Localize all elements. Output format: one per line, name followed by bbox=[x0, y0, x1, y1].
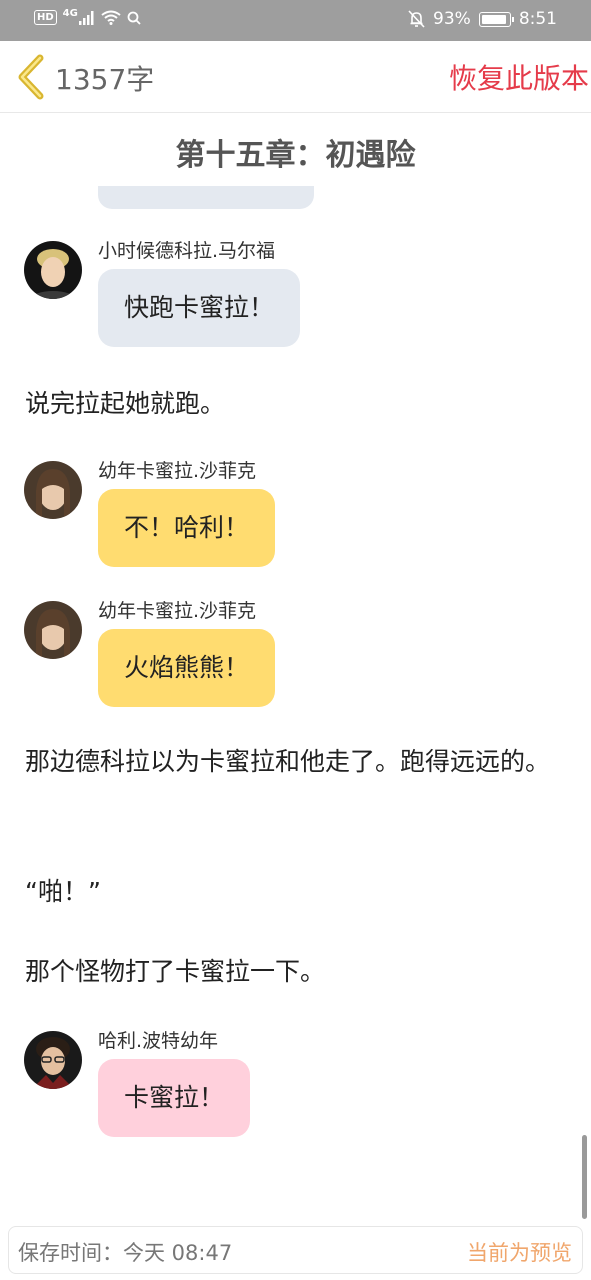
narration-text: 说完拉起她就跑。 bbox=[25, 389, 226, 418]
avatar-draco[interactable] bbox=[24, 241, 82, 299]
footer-bar: 保存时间：今天 08:47 当前为预览 bbox=[8, 1226, 583, 1274]
partial-message-bubble bbox=[98, 186, 314, 209]
message-bubble[interactable]: 不！哈利！ bbox=[98, 489, 276, 567]
avatar-camilla[interactable] bbox=[24, 601, 82, 659]
avatar-camilla[interactable] bbox=[24, 461, 82, 519]
message-bubble[interactable]: 火焰熊熊！ bbox=[98, 629, 276, 707]
speaker-name: 幼年卡蜜拉.沙菲克 bbox=[98, 600, 257, 622]
hd-badge: HD bbox=[34, 10, 57, 25]
speaker-name: 哈利.波特幼年 bbox=[98, 1030, 219, 1052]
battery-icon bbox=[478, 11, 514, 27]
speaker-name: 小时候德科拉.马尔福 bbox=[98, 240, 276, 262]
battery-percent: 93% bbox=[433, 9, 471, 29]
mute-bell-icon bbox=[408, 10, 425, 28]
restore-version-button[interactable]: 恢复此版本 bbox=[449, 57, 589, 97]
wifi-icon bbox=[101, 10, 121, 25]
status-bar: HD 4G 93% 8:51 bbox=[0, 0, 591, 41]
word-count: 1357字 bbox=[55, 63, 155, 96]
status-right: 93% 8:51 bbox=[408, 9, 557, 29]
narration-text: 那边德科拉以为卡蜜拉和他走了。跑得远远的。 bbox=[25, 747, 551, 776]
save-time: 保存时间：今天 08:47 bbox=[18, 1241, 233, 1265]
narration-text: 那个怪物打了卡蜜拉一下。 bbox=[25, 957, 326, 986]
message-bubble[interactable]: 卡蜜拉！ bbox=[98, 1059, 251, 1137]
clock: 8:51 bbox=[518, 9, 557, 29]
message-bubble[interactable]: 快跑卡蜜拉！ bbox=[98, 269, 301, 347]
avatar-harry[interactable] bbox=[24, 1031, 82, 1089]
chapter-title: 第十五章：初遇险 bbox=[175, 138, 416, 173]
header-bar: 1357字 恢复此版本 bbox=[0, 41, 591, 113]
battery-level bbox=[481, 14, 506, 24]
status-left: HD 4G bbox=[34, 8, 141, 25]
narration-text: “啪！” bbox=[25, 877, 101, 906]
scrollbar[interactable] bbox=[582, 1135, 587, 1219]
network-label: 4G bbox=[62, 8, 78, 19]
signal-icon bbox=[78, 10, 94, 25]
speaker-name: 幼年卡蜜拉.沙菲克 bbox=[98, 460, 257, 482]
back-chevron-icon[interactable] bbox=[14, 54, 48, 100]
search-icon bbox=[127, 11, 141, 25]
preview-status: 当前为预览 bbox=[467, 1241, 572, 1265]
